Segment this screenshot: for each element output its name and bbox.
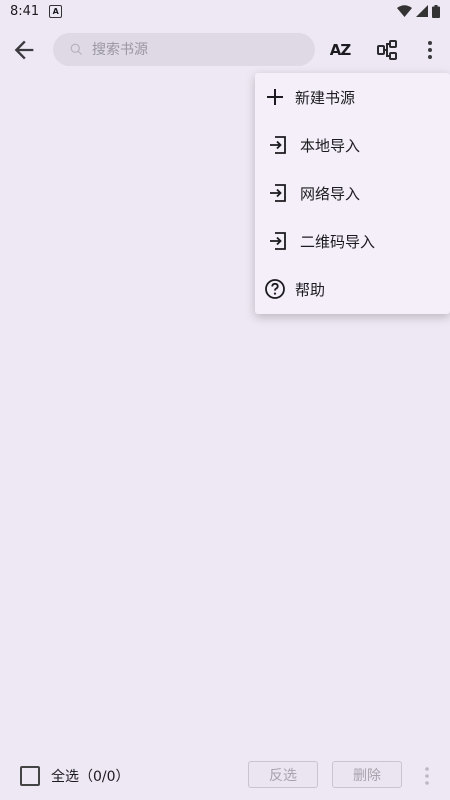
search-box[interactable] [53, 33, 315, 66]
search-icon [70, 43, 82, 55]
wifi-icon [397, 5, 412, 17]
more-vert-icon [425, 767, 429, 785]
overflow-menu: 新建书源 本地导入 网络导入 二维码导入 帮助 [255, 73, 450, 314]
menu-item-label: 网络导入 [300, 185, 361, 203]
invert-selection-button[interactable]: 反选 [248, 761, 318, 788]
import-icon [270, 184, 286, 202]
arrow-back-icon [14, 40, 34, 60]
menu-item-label: 帮助 [295, 281, 326, 299]
more-vert-icon [428, 41, 432, 59]
toolbar: AZ [0, 22, 450, 78]
group-tree-icon [377, 40, 397, 60]
menu-item-local-import[interactable]: 本地导入 [255, 121, 450, 169]
plus-icon [267, 89, 283, 105]
group-button[interactable] [374, 36, 402, 64]
menu-item-label: 新建书源 [295, 89, 356, 107]
import-icon [270, 232, 286, 250]
search-input[interactable] [90, 40, 304, 59]
bottom-bar: 全选（0/0） 反选 删除 [0, 752, 450, 800]
delete-button[interactable]: 删除 [332, 761, 402, 788]
select-all-checkbox[interactable] [20, 766, 40, 786]
menu-item-label: 本地导入 [300, 137, 361, 155]
back-button[interactable] [10, 36, 38, 64]
menu-item-network-import[interactable]: 网络导入 [255, 169, 450, 217]
menu-item-help[interactable]: 帮助 [255, 265, 450, 313]
status-right [397, 4, 440, 18]
status-left: 8:41 A [10, 3, 63, 19]
notification-badge-icon: A [49, 4, 63, 18]
signal-icon [416, 5, 428, 17]
menu-item-new-source[interactable]: 新建书源 [255, 73, 450, 121]
menu-item-label: 二维码导入 [300, 233, 376, 251]
help-icon [265, 279, 285, 299]
bottom-more-button[interactable] [419, 764, 435, 788]
sort-button[interactable]: AZ [326, 36, 354, 64]
import-icon [270, 136, 286, 154]
more-options-button[interactable] [416, 36, 444, 64]
battery-icon [432, 4, 440, 18]
select-all-label: 全选（0/0） [51, 769, 130, 785]
status-bar: 8:41 A [0, 0, 450, 22]
menu-item-qrcode-import[interactable]: 二维码导入 [255, 217, 450, 265]
status-time: 8:41 [10, 3, 40, 19]
sort-az-icon: AZ [329, 41, 351, 59]
